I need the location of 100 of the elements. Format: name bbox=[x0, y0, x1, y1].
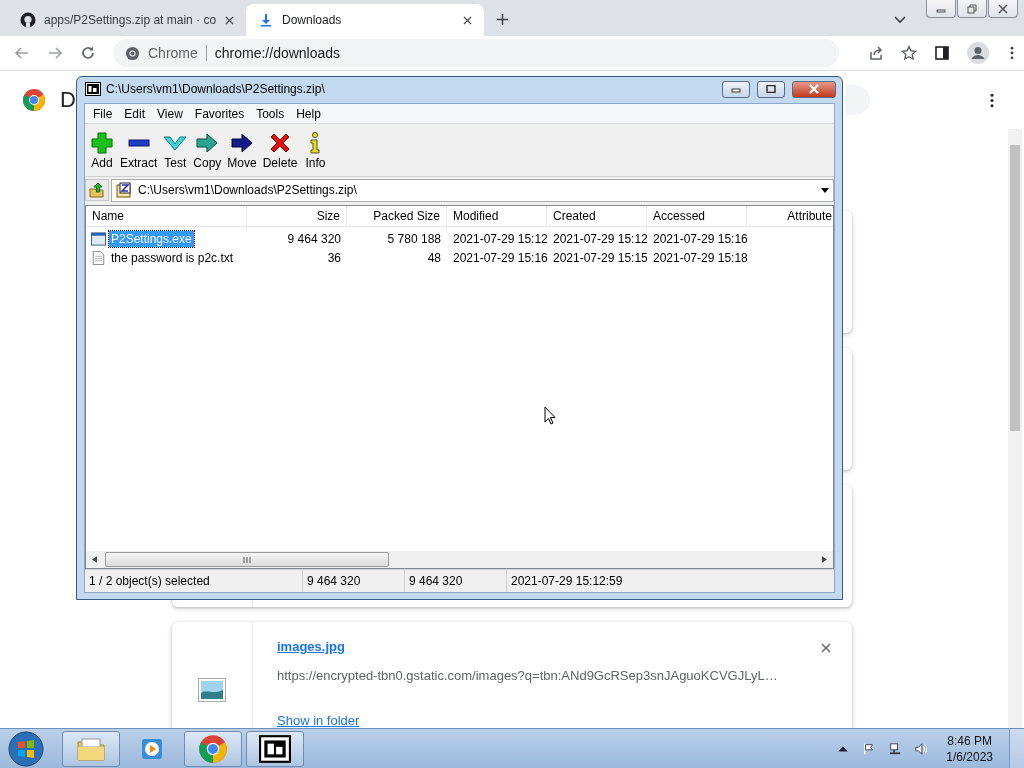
close-button[interactable] bbox=[792, 80, 836, 98]
download-icon bbox=[258, 12, 274, 28]
restore-icon bbox=[967, 3, 977, 14]
table-cell-text: 2021-07-29 15:12 bbox=[452, 231, 547, 246]
window-title: C:\Users\vm1\Downloads\P2Settings.zip\ bbox=[106, 82, 325, 96]
chrome-logo-icon bbox=[198, 734, 228, 764]
toolbar-button[interactable]: Test bbox=[160, 128, 191, 172]
star-icon[interactable] bbox=[901, 45, 917, 61]
table-cell-text: 36 bbox=[326, 250, 342, 265]
speaker-icon[interactable] bbox=[915, 743, 928, 755]
text-file-icon bbox=[91, 250, 106, 265]
chrome-icon bbox=[125, 45, 140, 61]
app-logo-icon bbox=[85, 82, 101, 96]
column-header[interactable]: Created bbox=[547, 206, 647, 226]
status-text: 2021-07-29 15:12:59 bbox=[510, 573, 624, 590]
forward-icon[interactable] bbox=[47, 45, 63, 61]
folder-up-icon bbox=[89, 182, 105, 198]
status-text: 9 464 320 bbox=[405, 570, 507, 592]
toolbar-button[interactable]: Extract bbox=[117, 128, 161, 172]
taskbar-button[interactable] bbox=[246, 731, 304, 767]
clock-time[interactable]: 8:46 PM bbox=[947, 733, 992, 749]
scroll-right-icon[interactable] bbox=[822, 556, 827, 563]
image-file-icon bbox=[198, 678, 226, 702]
table-cell-text: 9 464 320 bbox=[286, 231, 342, 246]
minus-icon bbox=[128, 139, 150, 146]
column-header[interactable]: Attribute bbox=[747, 206, 833, 226]
browser-tab[interactable]: apps/P2Settings.zip at main · co bbox=[8, 4, 246, 36]
media-player-icon bbox=[139, 736, 165, 762]
menu-icon[interactable] bbox=[990, 92, 994, 108]
arrow-icon bbox=[230, 130, 255, 155]
source-url: https://encrypted-tbn0.gstatic.com/images?q=tbn:ANd9GcRSep3snJAguoKCVGJLyL… bbox=[277, 668, 778, 683]
column-header[interactable]: Packed Size bbox=[347, 206, 447, 226]
browser-tab[interactable]: Downloads bbox=[246, 4, 484, 36]
toolbar-button[interactable]: Move bbox=[224, 128, 260, 172]
folder-icon bbox=[76, 736, 106, 762]
toolbar-button[interactable]: Delete bbox=[259, 128, 301, 172]
minimize-button[interactable] bbox=[926, 0, 956, 18]
table-cell-text: 2021-07-29 15:18 bbox=[652, 250, 747, 265]
up-folder-button[interactable] bbox=[85, 179, 109, 201]
column-header[interactable]: Size bbox=[247, 206, 347, 226]
archiver-logo-icon bbox=[259, 735, 291, 763]
column-header[interactable]: Name bbox=[86, 206, 247, 226]
file-name-link[interactable]: images.jpg bbox=[277, 639, 778, 654]
flag-icon[interactable] bbox=[863, 743, 876, 755]
reload-icon[interactable] bbox=[80, 45, 96, 61]
status-text: 1 / 2 object(s) selected bbox=[85, 570, 303, 592]
show-in-folder-link[interactable]: Show in folder bbox=[277, 713, 778, 728]
new-tab-icon[interactable] bbox=[496, 13, 509, 26]
table-cell-text: 2021-07-29 15:16 bbox=[652, 231, 747, 246]
arrow-icon bbox=[195, 130, 220, 155]
network-icon[interactable] bbox=[889, 743, 902, 755]
back-icon[interactable] bbox=[14, 45, 30, 61]
file-name[interactable]: the password is p2c.txt bbox=[109, 249, 236, 266]
scroll-left-icon[interactable] bbox=[92, 556, 97, 563]
column-header[interactable]: Accessed bbox=[647, 206, 747, 226]
close-icon bbox=[998, 3, 1008, 14]
close-icon[interactable] bbox=[463, 15, 472, 25]
mouse-pointer-icon bbox=[544, 406, 556, 425]
grip-icon bbox=[243, 555, 251, 564]
tab-title: apps/P2Settings.zip at main · co bbox=[44, 13, 217, 27]
scrollbar[interactable] bbox=[1008, 129, 1022, 728]
toolbar-button[interactable]: Copy bbox=[190, 128, 225, 172]
url-text: chrome://downloads bbox=[214, 45, 341, 61]
close-icon[interactable] bbox=[821, 643, 831, 653]
maximize-icon bbox=[765, 85, 777, 93]
chevron-icon[interactable] bbox=[894, 16, 906, 24]
address-bar[interactable]: Chrome chrome://downloads bbox=[113, 39, 839, 67]
maximize-button[interactable] bbox=[757, 80, 785, 98]
path-field[interactable]: C:\Users\vm1\Downloads\P2Settings.zip\ bbox=[111, 178, 834, 202]
close-button[interactable] bbox=[988, 0, 1018, 18]
plus-icon bbox=[90, 130, 114, 155]
menu-item[interactable]: View bbox=[151, 106, 189, 121]
program-file-icon bbox=[91, 231, 106, 246]
clock-date[interactable]: 1/6/2023 bbox=[946, 749, 993, 765]
menu-item[interactable]: Edit bbox=[118, 106, 152, 121]
close-icon[interactable] bbox=[225, 15, 234, 25]
profile-icon[interactable] bbox=[967, 42, 989, 64]
minimize-button[interactable] bbox=[722, 80, 750, 98]
site-label: Chrome bbox=[148, 45, 198, 61]
table-cell-text: 2021-07-29 15:15 bbox=[552, 250, 647, 265]
column-header[interactable]: Modified bbox=[447, 206, 547, 226]
share-icon[interactable] bbox=[868, 45, 884, 61]
chrome-logo-icon bbox=[22, 88, 46, 112]
page-title: D bbox=[60, 87, 76, 113]
toolbar-button[interactable]: Add bbox=[87, 128, 117, 172]
menu-item[interactable]: Tools bbox=[250, 106, 291, 121]
archive-icon bbox=[116, 182, 132, 198]
horizontal-scrollbar[interactable] bbox=[86, 551, 833, 568]
minimize-icon bbox=[730, 85, 742, 93]
start-button[interactable] bbox=[8, 731, 44, 767]
menu-icon[interactable] bbox=[1010, 46, 1014, 60]
dropdown-arrow-icon[interactable] bbox=[821, 187, 829, 193]
side-panel-icon[interactable] bbox=[934, 45, 950, 61]
restore-button[interactable] bbox=[957, 0, 987, 18]
menu-item[interactable]: File bbox=[87, 106, 119, 121]
menu-item[interactable]: Help bbox=[290, 106, 327, 121]
menu-item[interactable]: Favorites bbox=[188, 106, 251, 121]
toolbar-button[interactable]: Info bbox=[300, 128, 331, 172]
table-cell-text: 2021-07-29 15:16 bbox=[452, 250, 547, 265]
table-cell-text: 48 bbox=[426, 250, 442, 265]
